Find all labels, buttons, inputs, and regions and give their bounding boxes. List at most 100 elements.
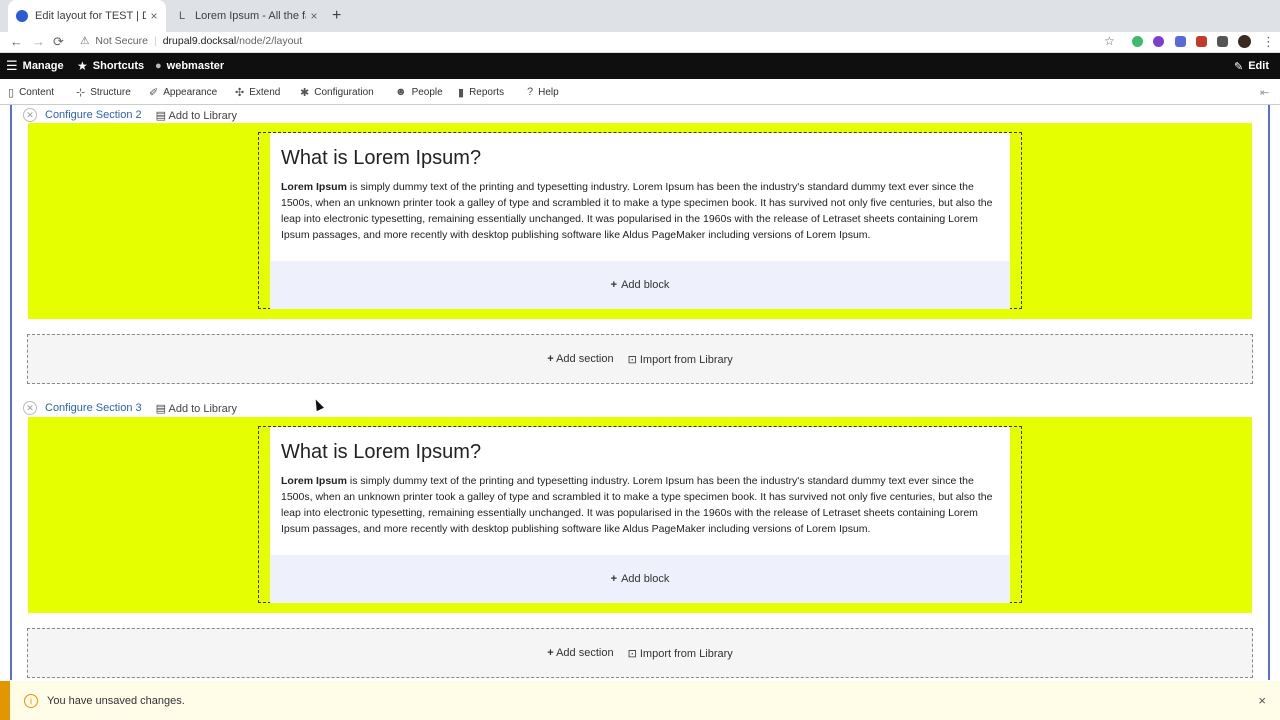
user-label: webmaster xyxy=(166,60,225,72)
people-icon: ☻ xyxy=(395,86,407,98)
tray-item-appearance[interactable]: ✐ Appearance xyxy=(149,79,217,105)
import-icon: ⊡ xyxy=(627,353,637,366)
tray-orientation-toggle[interactable]: ⇤ xyxy=(1260,79,1269,105)
add-block-label: Add block xyxy=(621,279,670,291)
orientation-icon: ⇤ xyxy=(1260,86,1270,99)
section-config-bar: ✕ Configure Section 3 ▤ Add to Library xyxy=(23,401,237,415)
url-host: drupal9.docksal xyxy=(162,35,237,47)
section-config-bar: ✕ Configure Section 2 ▤ Add to Library xyxy=(23,108,237,122)
layout-section: What is Lorem Ipsum? Lorem Ipsum is simp… xyxy=(28,417,1252,613)
layout-region: What is Lorem Ipsum? Lorem Ipsum is simp… xyxy=(258,426,1022,603)
import-from-library-button[interactable]: ⊡ Import from Library xyxy=(628,353,733,366)
brush-icon: ✐ xyxy=(149,86,159,99)
content-block[interactable]: What is Lorem Ipsum? Lorem Ipsum is simp… xyxy=(270,133,1010,261)
library-icon: ▤ xyxy=(155,109,167,122)
extension-icon[interactable] xyxy=(1175,36,1186,47)
hamburger-icon: ☰ xyxy=(6,58,18,73)
block-body-bold: Lorem Ipsum xyxy=(281,475,347,487)
extension-icon[interactable] xyxy=(1132,36,1143,47)
block-body: Lorem Ipsum is simply dummy text of the … xyxy=(281,179,999,243)
dismiss-icon[interactable]: × xyxy=(1258,693,1266,708)
add-to-library-button[interactable]: ▤ Add to Library xyxy=(156,109,237,122)
tray-item-label: Structure xyxy=(90,86,131,98)
block-body-text: is simply dummy text of the printing and… xyxy=(281,181,993,241)
menu-icon[interactable]: ⋮ xyxy=(1262,34,1275,50)
add-to-library-label: Add to Library xyxy=(168,402,237,415)
edit-tab[interactable]: ✎ Edit xyxy=(1234,53,1269,79)
remove-section-icon[interactable]: ✕ xyxy=(23,108,37,122)
add-section-bar: + Add section ⊡ Import from Library xyxy=(27,628,1253,678)
reload-icon[interactable]: ⟳ xyxy=(53,34,64,50)
configure-section-link[interactable]: Configure Section 2 xyxy=(45,109,142,121)
tray-item-people[interactable]: ☻ People xyxy=(395,79,443,105)
configure-section-link[interactable]: Configure Section 3 xyxy=(45,402,142,414)
close-icon[interactable]: × xyxy=(146,9,162,23)
edit-label: Edit xyxy=(1248,60,1269,72)
add-section-button[interactable]: + Add section xyxy=(547,647,613,659)
add-block-button[interactable]: + Add block xyxy=(270,555,1010,603)
unsaved-changes-message: i You have unsaved changes. × xyxy=(0,681,1280,720)
tray-item-label: Content xyxy=(19,86,55,98)
bookmark-star-icon[interactable]: ☆ xyxy=(1104,34,1115,48)
plus-icon: + xyxy=(610,279,618,291)
library-icon: ▤ xyxy=(155,402,167,415)
url-path: /node/2/layout xyxy=(236,35,303,47)
block-heading: What is Lorem Ipsum? xyxy=(281,441,482,463)
browser-tab-active[interactable]: Edit layout for TEST | Drupal 9 × xyxy=(8,0,166,32)
structure-icon: ⊹ xyxy=(76,86,86,99)
tray-item-label: Appearance xyxy=(163,86,218,98)
lipsum-icon: L xyxy=(178,10,186,22)
add-section-label: Add section xyxy=(556,647,614,659)
back-icon[interactable]: ← xyxy=(10,34,23,49)
tray-item-structure[interactable]: ⊹ Structure xyxy=(76,79,131,105)
security-label: Not Secure xyxy=(95,35,148,47)
plus-icon: + xyxy=(547,647,554,659)
new-tab-button[interactable]: + xyxy=(332,7,341,25)
add-to-library-button[interactable]: ▤ Add to Library xyxy=(156,402,237,415)
toolbar-tray: ▯ Content ⊹ Structure ✐ Appearance ✣ Extend … xyxy=(0,79,1280,105)
tray-item-reports[interactable]: ▮ Reports xyxy=(458,79,504,105)
block-body-bold: Lorem Ipsum xyxy=(281,181,347,193)
manage-tab[interactable]: ☰ Manage xyxy=(6,53,64,79)
wrench-icon: ✱ xyxy=(300,86,310,99)
star-icon: ★ xyxy=(77,59,88,73)
browser-tab[interactable]: L Lorem Ipsum - All the facts - Li × xyxy=(168,0,326,32)
admin-toolbar: ☰ Manage ★ Shortcuts ● webmaster ✎ Edit xyxy=(0,53,1280,79)
content-block[interactable]: What is Lorem Ipsum? Lorem Ipsum is simp… xyxy=(270,427,1010,555)
forward-icon[interactable]: → xyxy=(32,34,45,49)
message-text: You have unsaved changes. xyxy=(47,694,185,707)
remove-section-icon[interactable]: ✕ xyxy=(23,401,37,415)
tray-item-extend[interactable]: ✣ Extend xyxy=(235,79,280,105)
add-section-button[interactable]: + Add section xyxy=(547,353,613,365)
add-block-button[interactable]: + Add block xyxy=(270,261,1010,309)
plus-icon: + xyxy=(610,573,618,585)
layout-region: What is Lorem Ipsum? Lorem Ipsum is simp… xyxy=(258,132,1022,309)
extension-icon[interactable] xyxy=(1153,36,1164,47)
browser-tabstrip: Edit layout for TEST | Drupal 9 × L Lore… xyxy=(0,0,1280,32)
tray-item-configuration[interactable]: ✱ Configuration xyxy=(300,79,374,105)
pencil-icon: ✎ xyxy=(1234,60,1244,73)
layout-section: What is Lorem Ipsum? Lorem Ipsum is simp… xyxy=(28,123,1252,319)
avatar[interactable] xyxy=(1238,35,1251,48)
import-icon: ⊡ xyxy=(627,647,637,660)
import-label: Import from Library xyxy=(639,353,733,366)
add-section-label: Add section xyxy=(556,353,614,365)
tray-item-help[interactable]: ? Help xyxy=(527,79,559,105)
user-tab[interactable]: ● webmaster xyxy=(155,53,224,79)
plus-icon: + xyxy=(547,353,554,365)
tray-item-label: Extend xyxy=(249,86,281,98)
manage-label: Manage xyxy=(22,60,64,72)
block-body-text: is simply dummy text of the printing and… xyxy=(281,475,993,535)
block-heading: What is Lorem Ipsum? xyxy=(281,147,482,169)
url-field[interactable]: ⚠ Not Secure | drupal9.docksal/node/2/la… xyxy=(80,35,302,47)
tab-title: Lorem Ipsum - All the facts - Li xyxy=(195,10,306,22)
puzzle-icon[interactable] xyxy=(1217,36,1228,47)
close-icon[interactable]: × xyxy=(306,9,322,23)
bar-chart-icon: ▮ xyxy=(458,86,465,99)
user-icon: ● xyxy=(155,60,162,72)
import-from-library-button[interactable]: ⊡ Import from Library xyxy=(628,647,733,660)
lock-extension-icon[interactable] xyxy=(1196,36,1207,47)
shortcuts-tab[interactable]: ★ Shortcuts xyxy=(77,53,144,79)
help-icon: ? xyxy=(527,86,534,98)
tray-item-content[interactable]: ▯ Content xyxy=(8,79,54,105)
